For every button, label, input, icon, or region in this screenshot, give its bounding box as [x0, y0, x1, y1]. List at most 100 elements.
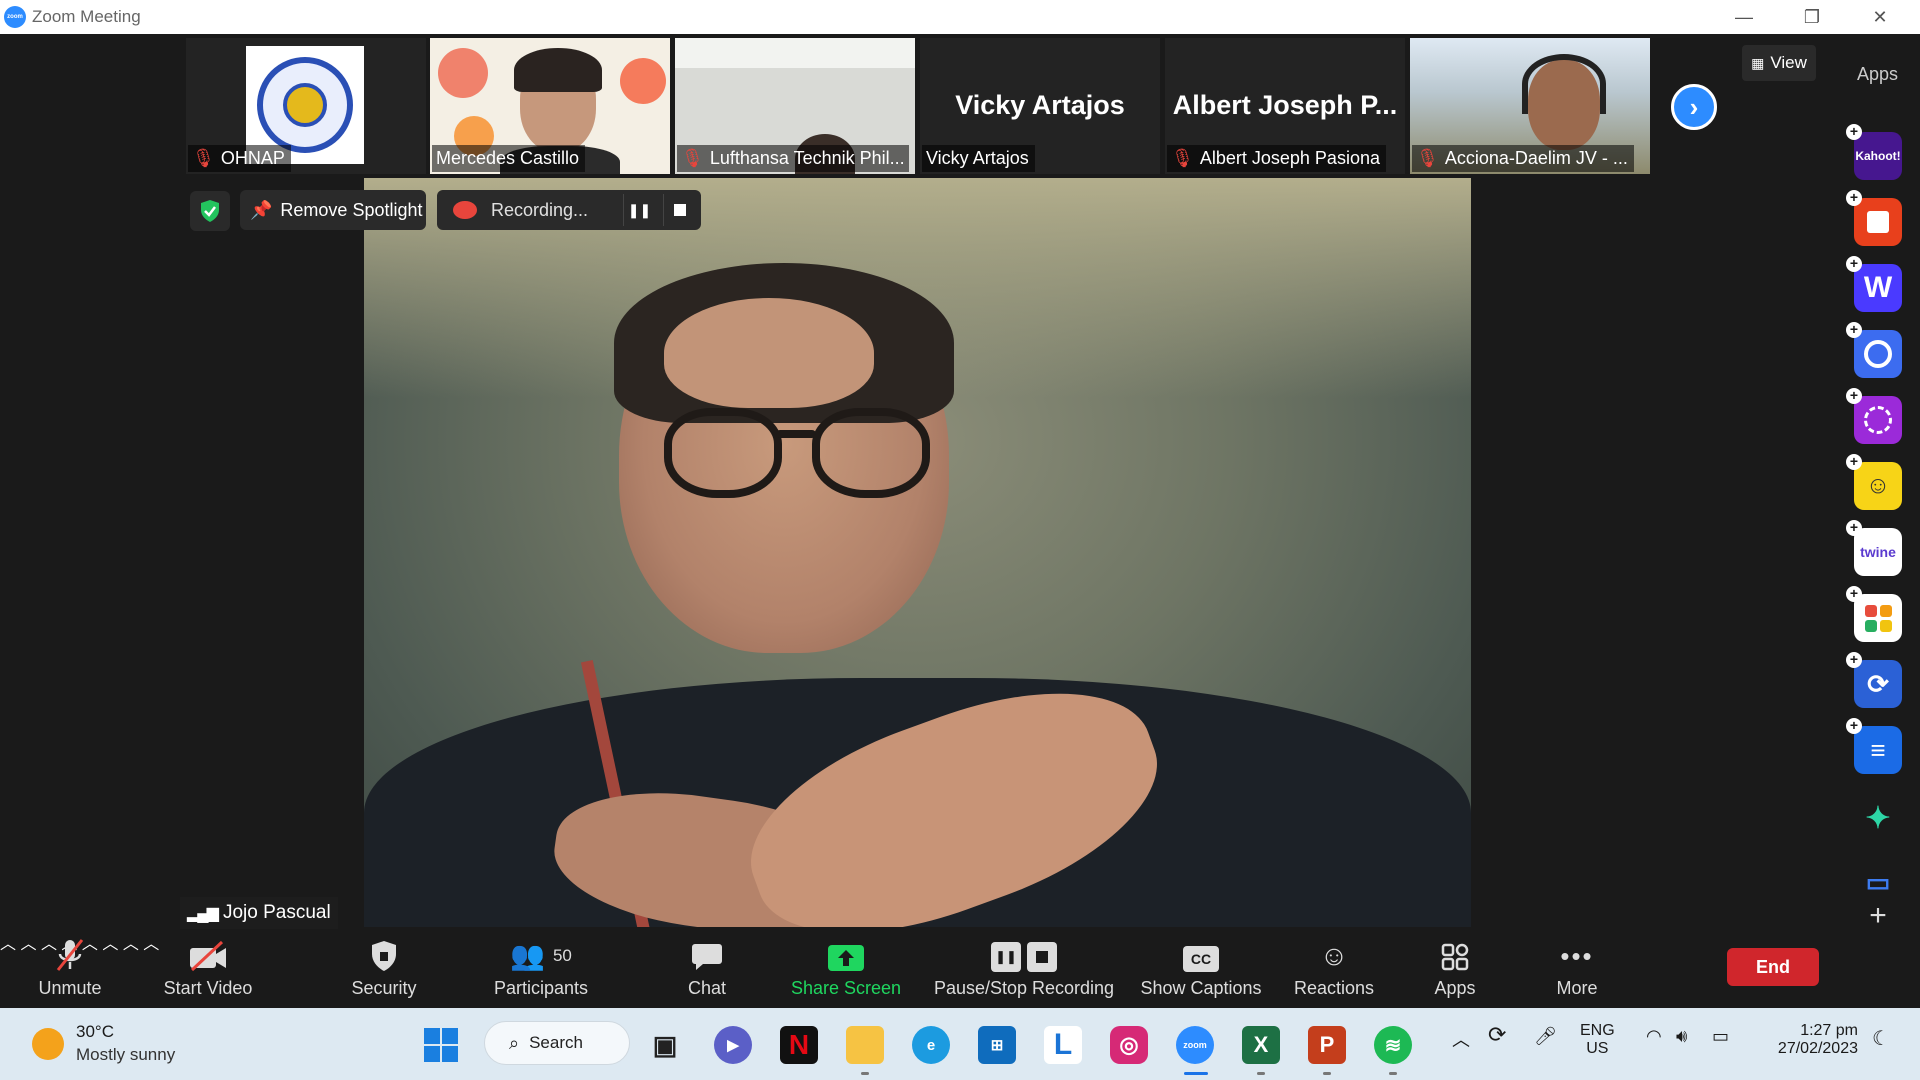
- battery-icon[interactable]: ▭: [1712, 1026, 1729, 1047]
- closed-captions-icon: CC: [1183, 946, 1219, 972]
- add-app-icon[interactable]: +: [1846, 124, 1862, 140]
- file-explorer-icon[interactable]: [846, 1026, 884, 1064]
- bird-app-icon[interactable]: ✦: [1854, 794, 1902, 842]
- wifi-icon[interactable]: ◠: [1646, 1026, 1662, 1047]
- task-view-icon[interactable]: ▣: [646, 1026, 684, 1064]
- app-2[interactable]: +: [1846, 190, 1902, 246]
- participant-name-tag: 🎙 OHNAP: [188, 145, 291, 172]
- add-app-icon[interactable]: +: [1846, 190, 1862, 206]
- add-app-icon[interactable]: +: [1846, 652, 1862, 668]
- start-video-button[interactable]: Start Video: [156, 930, 260, 1008]
- spotlight-video: [364, 178, 1471, 927]
- app-10[interactable]: + ≡: [1846, 718, 1902, 774]
- recording-indicator: Recording... ❚❚: [437, 190, 701, 230]
- zoom-logo-icon: zoom: [4, 6, 26, 28]
- weather-sunny-icon[interactable]: [32, 1028, 64, 1060]
- zoom-app-icon[interactable]: zoom: [1176, 1026, 1214, 1064]
- minimize-button[interactable]: —: [1714, 0, 1774, 34]
- show-captions-button[interactable]: CC Show Captions: [1138, 930, 1264, 1008]
- edge-browser-icon[interactable]: e: [912, 1026, 950, 1064]
- app-wooclap[interactable]: + W: [1846, 256, 1902, 312]
- participant-thumbnail-albert[interactable]: Albert Joseph P... 🎙 Albert Joseph Pasion…: [1165, 38, 1405, 174]
- clock[interactable]: 1:27 pm 27/02/2023: [1762, 1022, 1858, 1058]
- speaker-name-tag: ▂▄▆ Jojo Pascual: [180, 897, 338, 929]
- participant-display-name: Albert Joseph P...: [1172, 90, 1398, 120]
- focus-moon-icon[interactable]: ☾: [1872, 1026, 1890, 1051]
- reactions-options-caret[interactable]: ︿: [123, 936, 139, 953]
- pause-recording-button[interactable]: ❚❚: [623, 194, 655, 226]
- participant-thumbnail-acciona[interactable]: 🎙 Acciona-Daelim JV - ...: [1410, 38, 1650, 174]
- encryption-shield-icon[interactable]: [190, 191, 230, 231]
- video-off-icon: [188, 930, 228, 972]
- app-5[interactable]: +: [1846, 388, 1902, 444]
- mic-off-icon: 🎙: [1171, 148, 1194, 168]
- app-twine[interactable]: + twine: [1846, 520, 1902, 576]
- weather-temperature[interactable]: 30°C: [76, 1022, 114, 1042]
- participant-count: 50: [552, 946, 572, 965]
- microphone-icon[interactable]: 🎤︎: [1534, 1026, 1557, 1047]
- remove-spotlight-button[interactable]: 📌 Remove Spotlight: [240, 190, 426, 230]
- powerpoint-icon[interactable]: P: [1308, 1026, 1346, 1064]
- window-title: Zoom Meeting: [32, 7, 141, 26]
- mic-off-icon: 🎙: [192, 148, 215, 168]
- weather-description[interactable]: Mostly sunny: [76, 1045, 175, 1065]
- app-4[interactable]: +: [1846, 322, 1902, 378]
- apps-button[interactable]: Apps: [1430, 930, 1480, 1008]
- participants-icon: 👥: [510, 940, 545, 971]
- add-app-icon[interactable]: +: [1846, 454, 1862, 470]
- show-hidden-icons-chevron[interactable]: ︿: [1452, 1026, 1470, 1052]
- participant-display-name: Vicky Artajos: [955, 90, 1125, 120]
- microsoft-store-icon[interactable]: ⊞: [978, 1026, 1016, 1064]
- flower-decoration: [438, 48, 488, 98]
- language-indicator[interactable]: ENG US: [1580, 1022, 1615, 1058]
- add-app-icon[interactable]: +: [1846, 520, 1862, 536]
- close-button[interactable]: ✕: [1850, 0, 1910, 34]
- participant-thumbnail-lufthansa[interactable]: 🎙 Lufthansa Technik Phil...: [675, 38, 915, 174]
- signal-bars-icon: ▂▄▆: [187, 905, 219, 922]
- app-8[interactable]: +: [1846, 586, 1902, 642]
- l-app-icon[interactable]: L: [1044, 1026, 1082, 1064]
- meeting-toolbar: Unmute ︿ Start Video ︿ Security 👥 50 Par…: [0, 930, 1920, 1008]
- spotify-icon[interactable]: ≋: [1374, 1026, 1412, 1064]
- cloud-recording-icon: [453, 201, 477, 219]
- add-app-icon[interactable]: +: [1846, 586, 1862, 602]
- windows-start-icon[interactable]: [422, 1026, 460, 1064]
- stop-recording-button[interactable]: [663, 194, 695, 226]
- next-page-button[interactable]: ›: [1671, 84, 1717, 130]
- add-app-icon[interactable]: +: [1846, 322, 1862, 338]
- audio-options-caret[interactable]: ︿: [0, 936, 16, 953]
- app-9[interactable]: + ⟳: [1846, 652, 1902, 708]
- unmute-button[interactable]: Unmute: [26, 930, 114, 1008]
- sync-icon[interactable]: ⟳: [1488, 1022, 1506, 1048]
- participant-name-tag: Mercedes Castillo: [432, 145, 586, 172]
- participant-thumbnail-vicky[interactable]: Vicky Artajos Vicky Artajos: [920, 38, 1160, 174]
- apps-icon: [1440, 930, 1470, 972]
- chat-button[interactable]: Chat: [682, 930, 732, 1008]
- view-button[interactable]: ▦ View: [1742, 45, 1816, 81]
- more-button[interactable]: ••• More: [1552, 930, 1602, 1008]
- add-app-icon[interactable]: +: [1846, 256, 1862, 272]
- participant-name-tag: 🎙 Albert Joseph Pasiona: [1167, 145, 1386, 172]
- participants-button[interactable]: 👥 50 Participants: [490, 930, 592, 1008]
- share-screen-button[interactable]: Share Screen: [790, 930, 902, 1008]
- app-kahoot[interactable]: + Kahoot!: [1846, 124, 1902, 180]
- taskbar-search[interactable]: ⌕ Search: [484, 1021, 630, 1065]
- add-app-icon[interactable]: +: [1846, 388, 1862, 404]
- excel-icon[interactable]: X: [1242, 1026, 1280, 1064]
- pause-stop-recording-button[interactable]: ❚❚ Pause/Stop Recording: [930, 930, 1118, 1008]
- headset-icon: [1522, 54, 1606, 114]
- end-meeting-button[interactable]: End: [1727, 948, 1819, 986]
- app-6[interactable]: + ☺: [1846, 454, 1902, 510]
- participant-thumbnail-ohnap[interactable]: 🎙 OHNAP: [186, 38, 426, 174]
- pin-icon: 📌: [250, 199, 273, 220]
- add-app-icon[interactable]: +: [1846, 718, 1862, 734]
- teams-chat-icon[interactable]: ▶: [714, 1026, 752, 1064]
- apps-panel-title: Apps: [1857, 64, 1899, 84]
- netflix-icon[interactable]: N: [780, 1026, 818, 1064]
- volume-icon[interactable]: 🔊︎: [1676, 1026, 1687, 1047]
- security-button[interactable]: Security: [344, 930, 424, 1008]
- reactions-button[interactable]: ☺ Reactions: [1292, 930, 1376, 1008]
- restore-button[interactable]: ❐: [1782, 0, 1842, 34]
- participant-thumbnail-mercedes[interactable]: Mercedes Castillo: [430, 38, 670, 174]
- instagram-icon[interactable]: ◎: [1110, 1026, 1148, 1064]
